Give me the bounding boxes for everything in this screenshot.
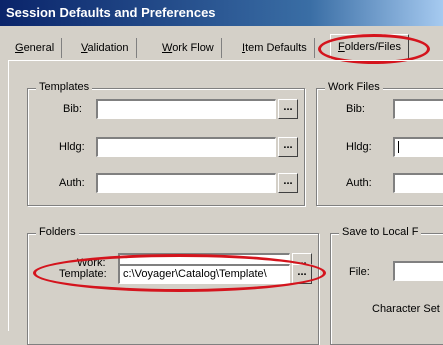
text-cursor (398, 141, 399, 154)
tab-validation[interactable]: Validation (74, 38, 137, 58)
templates-hldg-label: Hldg: (59, 141, 85, 153)
save-local-file-label: File: (349, 266, 370, 278)
tab-general[interactable]: General (8, 38, 63, 58)
tab-strip: General Validation Work Flow Item Defaul… (0, 32, 443, 60)
folders-template-field[interactable]: c:\Voyager\Catalog\Template\ (118, 264, 290, 284)
tab-item-defaults[interactable]: Item Defaults (235, 38, 315, 58)
work-files-hldg-field[interactable] (393, 137, 443, 157)
templates-auth-browse-button[interactable]: ... (278, 173, 298, 193)
save-local-group: Save to Local F (330, 226, 443, 345)
folders-template-browse-button[interactable]: ... (292, 264, 312, 284)
folders-group: Folders (27, 226, 319, 345)
window-title: Session Defaults and Preferences (6, 5, 216, 20)
work-files-auth-field[interactable] (393, 173, 443, 193)
templates-bib-browse-button[interactable]: ... (278, 99, 298, 119)
work-files-group-title: Work Files (325, 81, 383, 93)
templates-group-title: Templates (36, 81, 93, 93)
templates-auth-field[interactable] (96, 173, 276, 193)
templates-hldg-field[interactable] (96, 137, 276, 157)
templates-auth-label: Auth: (59, 177, 85, 189)
folders-group-title: Folders (36, 226, 79, 238)
save-local-file-field[interactable] (393, 261, 443, 281)
work-files-bib-label: Bib: (346, 103, 365, 115)
work-files-hldg-label: Hldg: (346, 141, 372, 153)
character-set-label: Character Set (372, 303, 440, 315)
templates-bib-label: Bib: (63, 103, 82, 115)
folders-template-label: Template: (59, 268, 107, 280)
tab-work-flow[interactable]: Work Flow (155, 38, 222, 58)
templates-hldg-browse-button[interactable]: ... (278, 137, 298, 157)
window-title-bar: Session Defaults and Preferences (0, 0, 443, 26)
tab-folders-files[interactable]: Folders/Files (330, 34, 409, 59)
work-files-bib-field[interactable] (393, 99, 443, 119)
templates-bib-field[interactable] (96, 99, 276, 119)
work-files-auth-label: Auth: (346, 177, 372, 189)
save-local-group-title: Save to Local F (339, 226, 422, 238)
